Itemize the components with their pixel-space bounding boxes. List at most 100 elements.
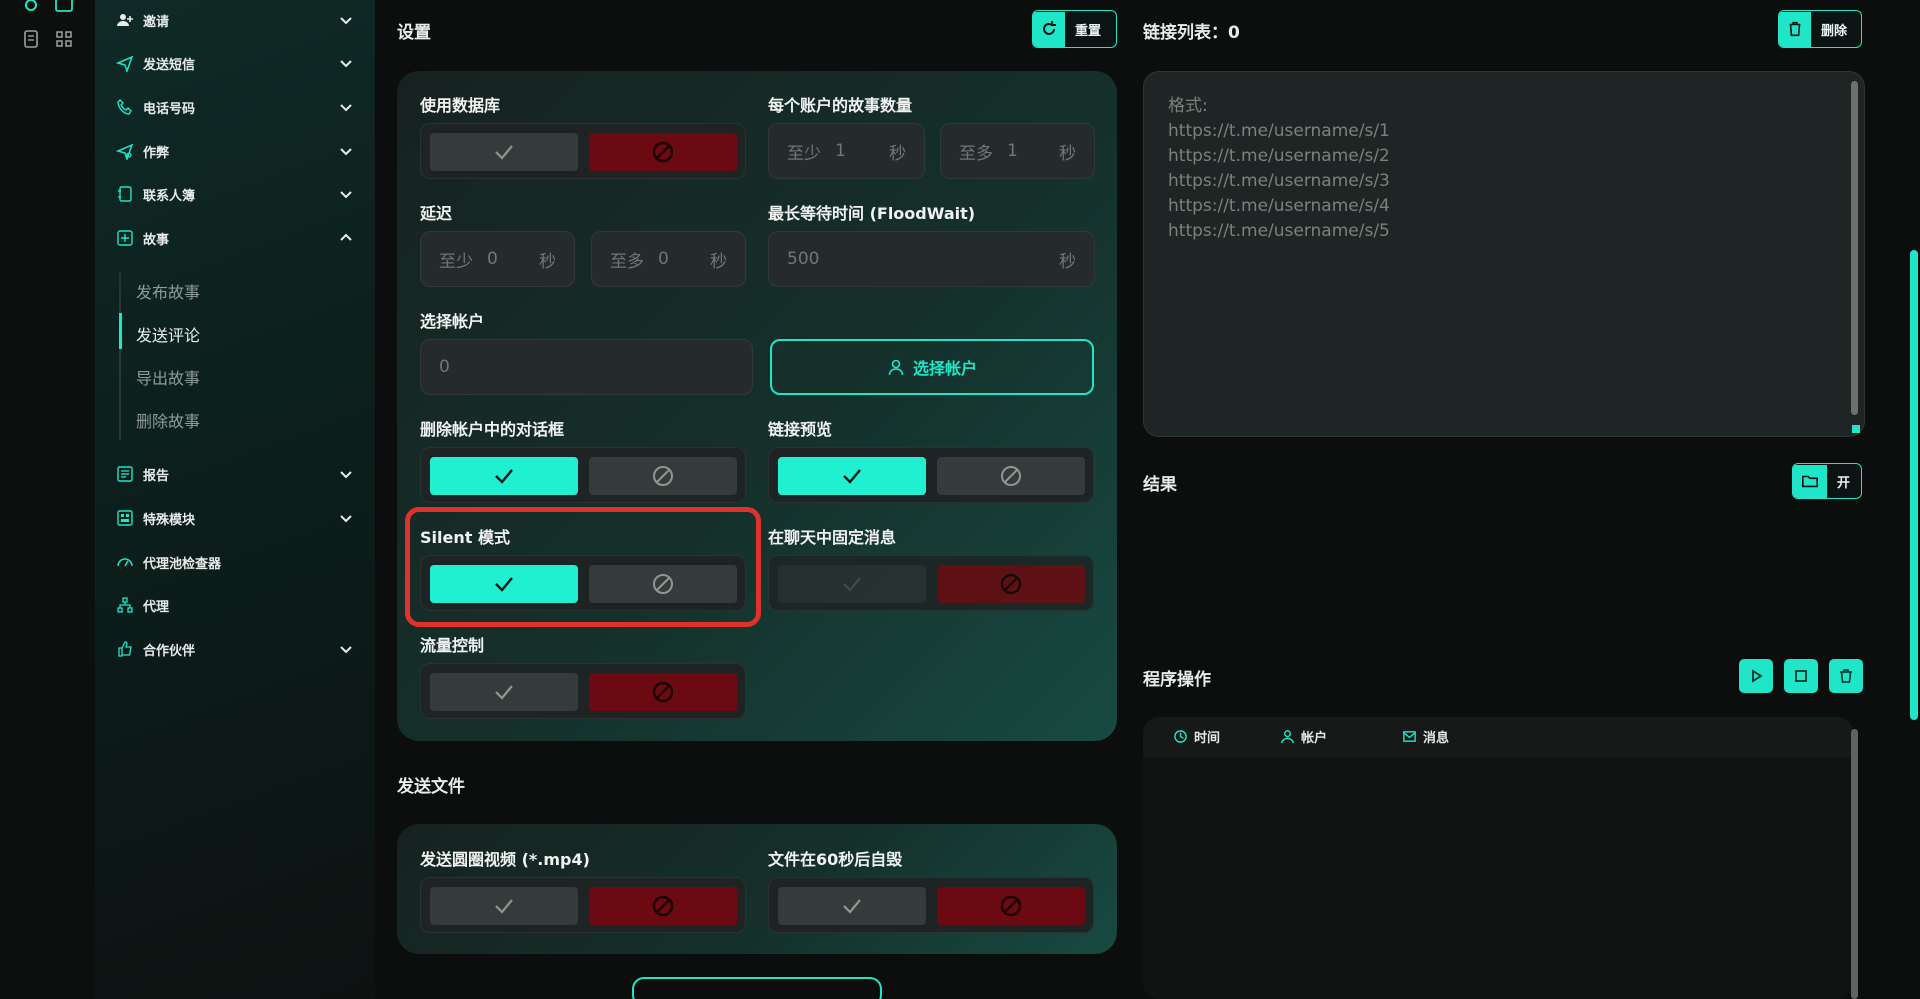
- delay-min-input[interactable]: 至少 0 秒: [420, 231, 575, 287]
- user-icon: [888, 359, 904, 376]
- unit-label: 秒: [889, 143, 906, 164]
- ban-icon: [1001, 466, 1021, 486]
- sidebar-item-phone[interactable]: 电话号码: [115, 92, 355, 122]
- self-destruct-toggle[interactable]: [768, 877, 1094, 933]
- unit-label: 秒: [710, 251, 727, 272]
- sidebar-item-label: 报告: [143, 468, 170, 484]
- chevron-down-icon: [340, 471, 352, 479]
- unit-label: 秒: [1059, 143, 1076, 164]
- round-video-toggle[interactable]: [420, 877, 746, 933]
- stories-min-input[interactable]: 至少 1 秒: [768, 123, 925, 179]
- yes-option[interactable]: [430, 887, 578, 925]
- log-scrollbar[interactable]: [1851, 729, 1858, 999]
- refresh-icon: [1033, 11, 1065, 47]
- yes-option[interactable]: [430, 673, 578, 711]
- sidebar-item-label: 特殊模块: [143, 512, 196, 528]
- chevron-down-icon: [340, 17, 352, 25]
- sidebar-item-special-modules[interactable]: 特殊模块: [115, 503, 355, 533]
- ban-icon: [652, 141, 674, 163]
- sidebar-item-cheat[interactable]: 作弊: [115, 136, 355, 166]
- qr-icon[interactable]: [53, 28, 75, 50]
- yes-option[interactable]: [778, 565, 926, 603]
- submenu-active-indicator: [119, 313, 122, 349]
- sidebar-item-proxy[interactable]: 代理: [115, 590, 355, 620]
- sidebar-item-partners[interactable]: 合作伙伴: [115, 634, 355, 664]
- chevron-down-icon: [340, 148, 352, 156]
- delete-links-button[interactable]: 删除: [1778, 10, 1862, 48]
- unit-label: 秒: [539, 251, 556, 272]
- flow-control-label: 流量控制: [420, 636, 485, 655]
- play-button[interactable]: [1739, 659, 1773, 693]
- thumb-up-icon: [115, 639, 135, 659]
- textarea-scrollbar[interactable]: [1851, 81, 1858, 415]
- pin-message-label: 在聊天中固定消息: [768, 528, 897, 547]
- results-title: 结果: [1143, 475, 1177, 495]
- stories-max-input[interactable]: 至多 1 秒: [940, 123, 1095, 179]
- check-icon: [495, 899, 513, 914]
- submenu-item-publish-story[interactable]: 发布故事: [136, 279, 200, 303]
- no-option[interactable]: [937, 457, 1085, 495]
- delete-dialogs-toggle[interactable]: [420, 447, 746, 503]
- no-option[interactable]: [589, 457, 737, 495]
- link-preview-toggle[interactable]: [768, 447, 1094, 503]
- sidebar-item-invite[interactable]: 邀请: [115, 5, 355, 35]
- delay-max-input[interactable]: 至多 0 秒: [591, 231, 746, 287]
- submenu-item-export-story[interactable]: 导出故事: [136, 365, 200, 389]
- select-account-button[interactable]: 选择帐户: [770, 339, 1094, 395]
- sidebar-item-contacts[interactable]: 联系人簿: [115, 179, 355, 209]
- sidebar-item-label: 联系人簿: [143, 188, 196, 204]
- open-results-button[interactable]: 开: [1792, 463, 1862, 499]
- links-textarea[interactable]: 格式: https://t.me/username/s/1 https://t.…: [1143, 71, 1865, 437]
- no-option[interactable]: [937, 565, 1085, 603]
- floodwait-input[interactable]: 500 秒: [768, 231, 1095, 287]
- submenu-item-delete-story[interactable]: 删除故事: [136, 408, 200, 432]
- chevron-down-icon: [340, 646, 352, 654]
- play-icon: [1752, 669, 1763, 683]
- sidebar-item-send-sms[interactable]: 发送短信: [115, 48, 355, 78]
- self-destruct-label: 文件在60秒后自毁: [768, 850, 903, 869]
- check-icon: [495, 469, 513, 484]
- module-icon: [115, 508, 135, 528]
- no-option[interactable]: [589, 887, 737, 925]
- sidebar-item-label: 故事: [143, 232, 170, 248]
- sidebar-item-proxy-checker[interactable]: 代理池检查器: [115, 547, 355, 577]
- reset-button[interactable]: 重置: [1032, 10, 1117, 48]
- submenu-item-send-comment[interactable]: 发送评论: [136, 322, 200, 346]
- bottom-action-button[interactable]: [632, 977, 882, 999]
- delay-min-value: 0: [487, 249, 498, 269]
- trash-icon: [1779, 11, 1811, 47]
- check-icon: [495, 685, 513, 700]
- no-option[interactable]: [937, 887, 1085, 925]
- links-title: 链接列表：0: [1143, 23, 1240, 43]
- pin-message-toggle[interactable]: [768, 555, 1094, 611]
- settings-icon[interactable]: [20, 0, 42, 16]
- stories-per-account-label: 每个账户的故事数量: [768, 96, 913, 115]
- delete-dialogs-label: 删除帐户中的对话框: [420, 420, 565, 439]
- clear-log-button[interactable]: [1829, 659, 1863, 693]
- no-option[interactable]: [589, 133, 737, 171]
- col-message: 消息: [1402, 727, 1449, 746]
- plus-square-icon: [115, 228, 135, 248]
- floodwait-label: 最长等待时间 (FloodWait): [768, 204, 976, 223]
- yes-option[interactable]: [430, 133, 578, 171]
- yes-option[interactable]: [430, 457, 578, 495]
- stories-min-value: 1: [835, 141, 846, 161]
- use-db-toggle[interactable]: [420, 123, 746, 179]
- stop-button[interactable]: [1784, 659, 1818, 693]
- image-icon[interactable]: [53, 0, 75, 16]
- sidebar-item-report[interactable]: 报告: [115, 459, 355, 489]
- min-prefix: 至少: [787, 143, 821, 164]
- page-scrollbar[interactable]: [1910, 250, 1918, 720]
- sidebar-item-stories[interactable]: 故事: [115, 223, 355, 253]
- yes-option[interactable]: [778, 457, 926, 495]
- settings-title: 设置: [397, 23, 431, 43]
- select-account-label: 选择帐户: [420, 312, 485, 331]
- ban-icon: [653, 466, 673, 486]
- trash-icon: [1840, 669, 1852, 683]
- yes-option[interactable]: [778, 887, 926, 925]
- no-option[interactable]: [589, 673, 737, 711]
- contacts-book-icon: [115, 184, 135, 204]
- document-icon[interactable]: [20, 28, 42, 50]
- flow-control-toggle[interactable]: [420, 663, 746, 719]
- resize-handle[interactable]: [1852, 425, 1860, 433]
